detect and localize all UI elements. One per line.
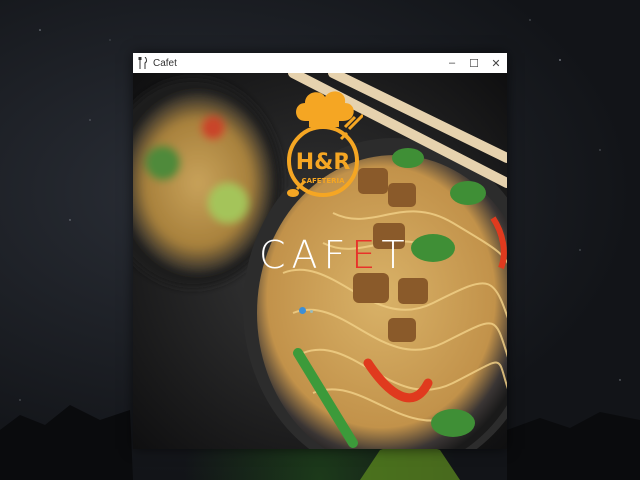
title-bar[interactable]: Cafet – ☐ ✕	[133, 53, 507, 73]
hr-cafeteria-logo: H&R CAFETERIA	[287, 91, 363, 197]
splash-screen: H&R CAFETERIA CAFET	[133, 73, 507, 449]
maximize-button[interactable]: ☐	[463, 53, 485, 73]
brand-title-start: CAF	[259, 233, 352, 277]
brand-title-end: T	[381, 233, 411, 277]
loading-dot	[299, 307, 306, 314]
close-button[interactable]: ✕	[485, 53, 507, 73]
app-window[interactable]: Cafet – ☐ ✕ H&R CAFETERIA CAFET	[133, 53, 507, 449]
brand-title-accent: E	[351, 233, 382, 277]
brand-title: CAFET	[259, 233, 411, 277]
logo-subtitle: CAFETERIA	[301, 177, 345, 185]
fork-knife-icon	[137, 57, 149, 69]
loading-indicator	[299, 307, 313, 314]
window-title: Cafet	[153, 57, 177, 69]
logo-initials: H&R	[296, 150, 351, 175]
window-controls: – ☐ ✕	[441, 53, 507, 73]
loading-dot	[310, 310, 313, 313]
minimize-button[interactable]: –	[441, 53, 463, 73]
